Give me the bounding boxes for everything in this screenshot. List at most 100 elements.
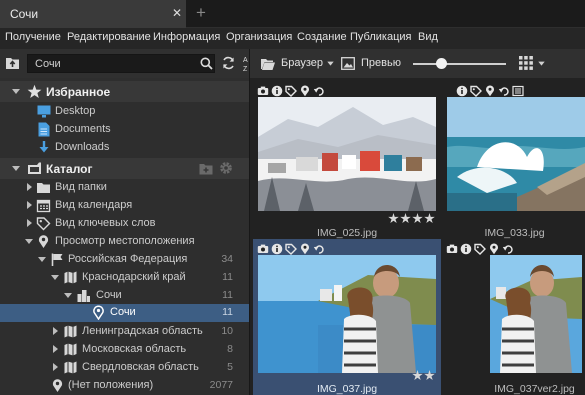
undo-icon[interactable] (313, 243, 325, 255)
add-folder-icon[interactable] (199, 162, 213, 175)
menu-item-organize[interactable]: Организация (226, 31, 292, 43)
expand-arrow-icon[interactable] (11, 86, 21, 96)
photo-snowy-town[interactable] (258, 97, 436, 211)
star-rating-4[interactable] (387, 213, 435, 225)
catalog-item-count: 11 (222, 271, 233, 283)
catalog-item-count: 8 (227, 343, 233, 355)
folder-up-icon[interactable] (5, 56, 20, 70)
new-tab-button[interactable]: + (196, 3, 206, 23)
thumbnail-cell[interactable]: IMG_025.jpg (253, 81, 441, 239)
catalog-item-sverdlovsk[interactable]: Свердловская область 5 (0, 359, 249, 376)
expand-arrow-icon[interactable] (24, 182, 34, 192)
info-icon[interactable] (271, 243, 283, 255)
catalog-item-krasnodar[interactable]: Краснодарский край 11 (0, 269, 249, 286)
search-icon[interactable] (200, 57, 213, 70)
location-pin-icon[interactable] (299, 243, 311, 255)
expand-arrow-icon[interactable] (24, 200, 34, 210)
catalog-item-sochi[interactable]: Сочи 11 (0, 287, 249, 304)
catalog-item-count: 11 (222, 289, 233, 301)
map-icon (63, 360, 78, 375)
favorite-item-downloads[interactable]: Downloads (0, 139, 249, 156)
favorite-item-desktop[interactable]: Desktop (0, 103, 249, 120)
tag-icon[interactable] (474, 243, 486, 255)
adjust-icon[interactable] (512, 85, 524, 97)
catalog-item-label: Просмотр местоположения (55, 235, 195, 247)
favorite-item-documents[interactable]: Documents (0, 121, 249, 138)
photo-couple-seaside[interactable] (258, 255, 436, 373)
expand-arrow-icon[interactable] (50, 344, 60, 354)
photo-couple-seaside-v2[interactable] (490, 255, 582, 373)
expand-arrow-icon[interactable] (50, 362, 60, 372)
thumbnail-cell[interactable]: IMG_037ver2.jpg (444, 239, 585, 395)
menu-item-publish[interactable]: Публикация (350, 31, 411, 43)
tab-close-icon[interactable]: ✕ (172, 7, 182, 20)
zoom-slider-thumb[interactable] (435, 58, 447, 69)
menu-item-edit[interactable]: Редактирование (67, 31, 151, 43)
catalog-item-leningrad[interactable]: Ленинградская область 10 (0, 323, 249, 340)
catalog-item-moscow[interactable]: Московская область 8 (0, 341, 249, 358)
catalog-item-folders[interactable]: Вид папки (0, 179, 249, 196)
browser-dropdown-icon[interactable] (326, 60, 335, 68)
browser-folder-icon[interactable] (260, 57, 276, 71)
thumbnail-cell-selected[interactable]: IMG_037.jpg (253, 239, 441, 395)
info-icon[interactable] (460, 243, 472, 255)
search-input[interactable] (27, 54, 215, 73)
menu-item-view[interactable]: Вид (418, 31, 438, 43)
expand-arrow-icon[interactable] (24, 218, 34, 228)
tab-bar: Сочи ✕ + (0, 0, 585, 28)
info-icon[interactable] (456, 85, 468, 97)
thumbnail-browser: IMG_025.jpg IMG_033.jpg IMG_037.jpg IMG_… (250, 78, 585, 395)
favorites-header[interactable]: Избранное (0, 81, 249, 102)
catalog-item-sochi-selected[interactable]: Сочи 11 (0, 304, 249, 322)
favorite-label: Downloads (55, 141, 110, 153)
collapse-arrow-icon[interactable] (50, 272, 60, 282)
catalog-item-russia[interactable]: Российская Федерация 34 (0, 251, 249, 268)
star-rating-2[interactable] (411, 370, 435, 382)
catalog-item-count: 5 (227, 361, 233, 373)
catalog-item-calendar[interactable]: Вид календаря (0, 197, 249, 214)
undo-icon[interactable] (502, 243, 514, 255)
catalog-item-label: Свердловская область (82, 361, 199, 373)
calendar-icon (36, 198, 51, 213)
catalog-item-label: Вид календаря (55, 199, 133, 211)
tag-icon[interactable] (285, 243, 297, 255)
menu-item-info[interactable]: Информация (153, 31, 220, 43)
grid-view-icon[interactable] (519, 56, 533, 70)
collapse-arrow-icon[interactable] (24, 236, 34, 246)
undo-icon[interactable] (313, 85, 325, 97)
collapse-arrow-icon[interactable] (37, 254, 47, 264)
rating-star-icon (424, 370, 435, 381)
settings-gear-icon[interactable] (219, 161, 233, 175)
undo-icon[interactable] (498, 85, 510, 97)
preview-icon[interactable] (341, 57, 355, 70)
tag-icon[interactable] (285, 85, 297, 97)
catalog-item-no-location[interactable]: (Нет положения) 2077 (0, 377, 249, 394)
menu-item-create[interactable]: Создание (297, 31, 347, 43)
catalog-item-keywords[interactable]: Вид ключевых слов (0, 215, 249, 232)
preview-mode-label[interactable]: Превью (361, 57, 401, 69)
location-pin-icon[interactable] (488, 243, 500, 255)
catalog-header[interactable]: Каталог (0, 158, 249, 179)
map-icon (63, 324, 78, 339)
browser-mode-label[interactable]: Браузер (281, 57, 323, 69)
tag-icon[interactable] (470, 85, 482, 97)
zoom-slider[interactable] (413, 63, 506, 65)
refresh-icon[interactable] (221, 55, 236, 71)
location-pin-icon[interactable] (484, 85, 496, 97)
catalog-item-label: Российская Федерация (68, 253, 188, 265)
favorite-label: Desktop (55, 105, 96, 117)
catalog-item-label: (Нет положения) (68, 379, 154, 391)
info-icon[interactable] (271, 85, 283, 97)
grid-dropdown-icon[interactable] (537, 60, 546, 68)
camera-icon (257, 243, 269, 255)
expand-arrow-icon[interactable] (11, 163, 21, 173)
menu-item-acquire[interactable]: Получение (5, 31, 61, 43)
catalog-item-locations[interactable]: Просмотр местоположения (0, 233, 249, 250)
tab-sochi[interactable]: Сочи ✕ (0, 0, 186, 28)
photo-sea-waves[interactable] (447, 97, 585, 211)
collapse-arrow-icon[interactable] (63, 290, 73, 300)
thumbnail-cell[interactable]: IMG_033.jpg (444, 81, 585, 239)
catalog-item-count: 10 (221, 325, 233, 337)
expand-arrow-icon[interactable] (50, 326, 60, 336)
location-pin-icon[interactable] (299, 85, 311, 97)
